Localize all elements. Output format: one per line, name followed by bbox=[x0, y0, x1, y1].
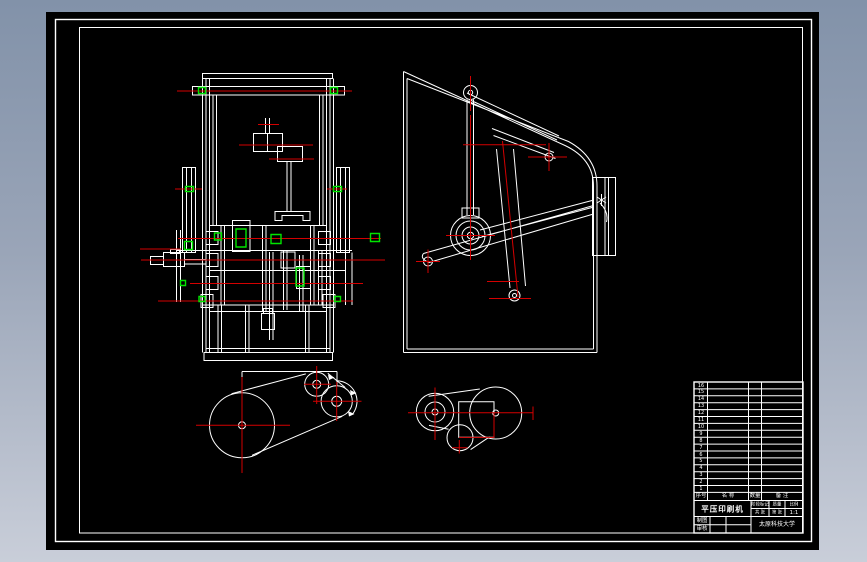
scale-label: 比例 bbox=[789, 501, 799, 507]
parts-row-number: 8 bbox=[699, 437, 703, 444]
table-header-name: 名 称 bbox=[721, 492, 735, 500]
parts-row-number: 10 bbox=[697, 423, 704, 430]
parts-row-number: 5 bbox=[699, 458, 703, 464]
drawing-title: 平压印刷机 bbox=[701, 504, 744, 514]
cad-drawing bbox=[54, 18, 813, 543]
table-header-no: 序号 bbox=[695, 492, 707, 500]
belt-drive-right bbox=[408, 386, 534, 454]
table-header-note: 备 注 bbox=[775, 492, 789, 500]
stage-label: 阶段标记 bbox=[751, 501, 769, 507]
parts-row-number: 7 bbox=[699, 444, 703, 451]
check-label: 审核 bbox=[696, 525, 708, 532]
parts-row-number: 9 bbox=[699, 430, 703, 437]
side-view bbox=[403, 71, 616, 353]
sheet-no: 第 张 bbox=[771, 509, 783, 515]
parts-row-number: 3 bbox=[699, 471, 703, 478]
sheet-border bbox=[54, 18, 813, 543]
parts-row-number: 14 bbox=[697, 396, 704, 402]
parts-row-number: 13 bbox=[697, 402, 704, 409]
parts-row-number: 4 bbox=[699, 465, 703, 471]
mass-label: 质量 bbox=[772, 501, 782, 507]
front-view bbox=[140, 73, 385, 361]
parts-row-number: 11 bbox=[697, 416, 704, 423]
parts-row-number: 2 bbox=[699, 478, 703, 485]
draw-label: 制图 bbox=[696, 517, 708, 524]
parts-row-number: 12 bbox=[697, 409, 704, 416]
scale-value: 1:1 bbox=[789, 508, 799, 516]
cad-viewer-window: 16 15 14 13 12 11 10 9 8 7 6 5 4 3 2 1 序… bbox=[0, 0, 867, 562]
parts-row-number: 16 bbox=[697, 382, 704, 388]
parts-row-number: 6 bbox=[699, 451, 703, 457]
organization: 太原科技大学 bbox=[758, 520, 796, 528]
parts-row-number: 1 bbox=[699, 485, 703, 492]
belt-drive-left bbox=[196, 366, 362, 473]
parts-row-number: 15 bbox=[697, 389, 704, 395]
sheet-total: 共 张 bbox=[754, 509, 766, 515]
table-header-qty: 数量 bbox=[749, 492, 761, 500]
